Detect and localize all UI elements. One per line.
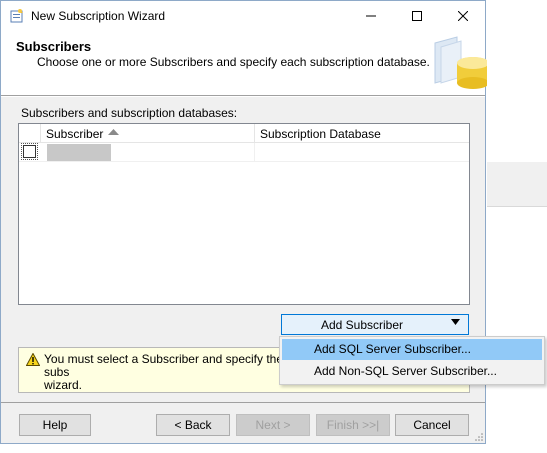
column-header-database-label: Subscription Database — [260, 127, 381, 141]
header-separator — [1, 96, 485, 97]
menu-item-label: Add Non-SQL Server Subscriber... — [314, 364, 497, 378]
add-subscriber-label: Add Subscriber — [320, 318, 404, 332]
database-graphic-icon — [434, 36, 487, 89]
page-subtitle: Choose one or more Subscribers and speci… — [37, 55, 430, 69]
window-title: New Subscription Wizard — [31, 9, 166, 23]
minimize-button[interactable] — [348, 1, 394, 31]
sort-ascending-icon — [108, 129, 119, 135]
table-row[interactable] — [19, 143, 469, 162]
resize-grip-icon[interactable] — [474, 432, 484, 442]
wizard-app-icon — [10, 9, 23, 23]
maximize-button[interactable] — [394, 1, 440, 31]
cancel-button[interactable]: Cancel — [395, 414, 469, 436]
list-header: Subscriber Subscription Database — [19, 124, 469, 143]
title-bar[interactable]: New Subscription Wizard — [1, 1, 485, 31]
add-subscriber-dropdown-menu: Add SQL Server Subscriber... Add Non-SQL… — [279, 336, 545, 385]
column-header-checkbox[interactable] — [19, 124, 41, 142]
close-icon — [458, 11, 468, 21]
column-header-subscriber-label: Subscriber — [46, 127, 104, 141]
subscribers-list[interactable]: Subscriber Subscription Database — [18, 123, 470, 305]
column-header-subscription-database[interactable]: Subscription Database — [255, 124, 469, 142]
help-button[interactable]: Help — [19, 414, 91, 436]
close-button[interactable] — [440, 1, 486, 31]
background-window-strip — [487, 162, 547, 207]
subscriber-name-redacted — [47, 144, 111, 161]
menu-item-label: Add SQL Server Subscriber... — [314, 342, 471, 356]
wizard-header: Subscribers Choose one or more Subscribe… — [1, 31, 487, 96]
subscriber-cell[interactable] — [41, 143, 255, 161]
row-checkbox[interactable] — [21, 143, 38, 160]
subscription-database-cell[interactable] — [255, 143, 469, 161]
menu-item-add-non-sql-server-subscriber[interactable]: Add Non-SQL Server Subscriber... — [282, 361, 542, 382]
minimize-icon — [366, 15, 376, 17]
page-title: Subscribers — [16, 39, 92, 54]
add-subscriber-button[interactable]: Add Subscriber — [281, 314, 469, 335]
back-button[interactable]: < Back — [156, 414, 230, 436]
footer-separator — [1, 402, 485, 403]
maximize-icon — [412, 11, 422, 21]
finish-button[interactable]: Finish >>| — [316, 414, 390, 436]
menu-item-add-sql-server-subscriber[interactable]: Add SQL Server Subscriber... — [282, 339, 542, 360]
column-header-subscriber[interactable]: Subscriber — [41, 124, 255, 142]
warning-text: You must select a Subscriber and specify… — [44, 352, 284, 392]
subscribers-list-label: Subscribers and subscription databases: — [21, 106, 238, 120]
dropdown-arrow-icon — [451, 319, 460, 325]
next-button[interactable]: Next > — [236, 414, 310, 436]
warning-icon — [26, 353, 40, 366]
